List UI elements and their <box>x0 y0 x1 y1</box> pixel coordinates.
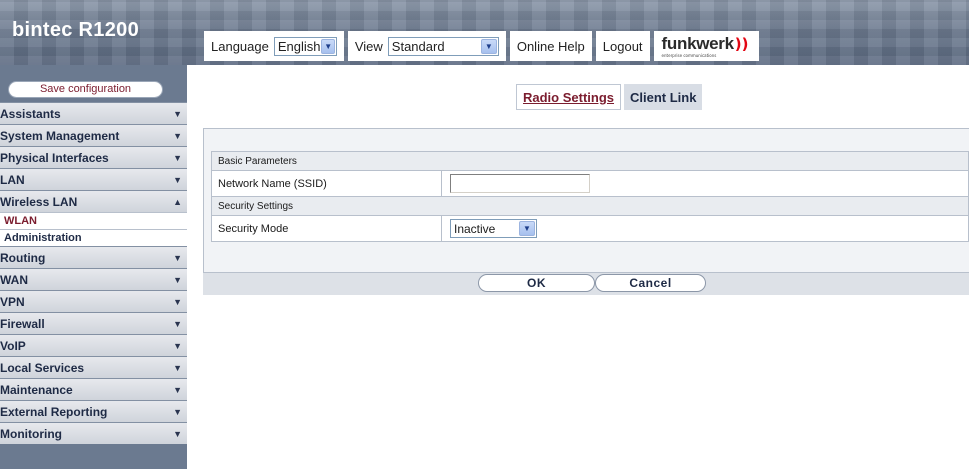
section-header-row: Basic Parameters <box>211 151 969 171</box>
sidebar-item-monitoring[interactable]: Monitoring ▼ <box>0 422 187 444</box>
signal-waves-icon: )) <box>734 34 749 53</box>
sidebar-item-physical-interfaces[interactable]: Physical Interfaces ▼ <box>0 146 187 168</box>
sidebar-nav: Assistants ▼ System Management ▼ Physica… <box>0 102 187 444</box>
chevron-down-icon[interactable]: ▼ <box>519 221 535 236</box>
tab-bar: Radio Settings Client Link <box>516 84 703 110</box>
chevron-down-icon[interactable]: ▼ <box>321 38 335 54</box>
cancel-button[interactable]: Cancel <box>595 274 706 292</box>
chevron-down-icon: ▼ <box>173 296 182 307</box>
language-group: Language English ▼ <box>204 31 344 61</box>
sidebar-item-local-services[interactable]: Local Services ▼ <box>0 356 187 378</box>
language-select[interactable]: English ▼ <box>273 36 337 56</box>
sidebar-subitem-wlan[interactable]: WLAN <box>0 212 187 229</box>
view-select[interactable]: Standard ▼ <box>387 36 499 56</box>
language-value: English <box>277 38 321 54</box>
sidebar-item-label: Physical Interfaces <box>0 150 109 165</box>
chevron-down-icon: ▼ <box>173 318 182 329</box>
security-mode-select[interactable]: Inactive ▼ <box>450 219 537 238</box>
table-row: Security Mode Inactive ▼ <box>211 215 969 242</box>
chevron-down-icon: ▼ <box>173 428 182 439</box>
table-row: Network Name (SSID) <box>211 170 969 197</box>
ssid-input[interactable] <box>450 174 590 193</box>
view-group: View Standard ▼ <box>347 31 506 61</box>
sidebar-item-firewall[interactable]: Firewall ▼ <box>0 312 187 334</box>
sidebar-item-label: WAN <box>0 272 28 287</box>
sidebar: Save configuration Assistants ▼ System M… <box>0 65 187 469</box>
security-mode-value: Inactive <box>454 221 496 236</box>
language-label: Language <box>211 38 269 54</box>
tab-client-link[interactable]: Client Link <box>624 84 703 110</box>
top-toolbar: Language English ▼ View Standard ▼ Onlin… <box>204 31 759 61</box>
sidebar-item-label: Monitoring <box>0 426 62 441</box>
tab-radio-settings[interactable]: Radio Settings <box>516 84 622 110</box>
chevron-down-icon: ▼ <box>173 406 182 417</box>
sidebar-item-label: System Management <box>0 128 120 143</box>
chevron-down-icon: ▼ <box>173 174 182 185</box>
ssid-cell <box>441 170 969 197</box>
sidebar-item-label: External Reporting <box>0 404 108 419</box>
sidebar-item-label: Assistants <box>0 106 61 121</box>
chevron-down-icon: ▼ <box>173 340 182 351</box>
security-mode-cell: Inactive ▼ <box>441 215 969 242</box>
section-security-settings: Security Settings <box>211 196 969 216</box>
settings-form: Basic Parameters Network Name (SSID) Sec… <box>211 151 969 242</box>
sidebar-item-voip[interactable]: VoIP ▼ <box>0 334 187 356</box>
sidebar-item-external-reporting[interactable]: External Reporting ▼ <box>0 400 187 422</box>
chevron-down-icon: ▼ <box>173 252 182 263</box>
sidebar-item-label: VoIP <box>0 338 26 353</box>
product-title: bintec R1200 <box>12 19 139 41</box>
logout-link[interactable]: Logout <box>595 31 650 61</box>
sidebar-item-label: LAN <box>0 172 25 187</box>
chevron-down-icon: ▼ <box>173 152 182 163</box>
sidebar-item-wan[interactable]: WAN ▼ <box>0 268 187 290</box>
sidebar-item-routing[interactable]: Routing ▼ <box>0 246 187 268</box>
chevron-down-icon: ▼ <box>173 108 182 119</box>
chevron-up-icon: ▲ <box>173 196 182 207</box>
save-configuration-button[interactable]: Save configuration <box>8 81 163 98</box>
logo-subtext: enterprise communications <box>661 52 717 58</box>
logo-wordmark: funkwerk <box>661 34 735 53</box>
sidebar-item-vpn[interactable]: VPN ▼ <box>0 290 187 312</box>
header-bar: bintec R1200 Language English ▼ View Sta… <box>0 0 969 65</box>
sidebar-item-maintenance[interactable]: Maintenance ▼ <box>0 378 187 400</box>
sidebar-item-wireless-lan[interactable]: Wireless LAN ▲ <box>0 190 187 212</box>
view-value: Standard <box>391 38 445 54</box>
ok-button[interactable]: OK <box>478 274 595 292</box>
sidebar-item-lan[interactable]: LAN ▼ <box>0 168 187 190</box>
sidebar-item-label: Local Services <box>0 360 85 375</box>
view-label: View <box>354 38 383 54</box>
sidebar-item-label: Firewall <box>0 316 45 331</box>
sidebar-item-label: VPN <box>0 294 25 309</box>
sidebar-item-label: Wireless LAN <box>0 194 78 209</box>
chevron-down-icon[interactable]: ▼ <box>480 38 497 54</box>
chevron-down-icon: ▼ <box>173 384 182 395</box>
online-help-link[interactable]: Online Help <box>509 31 592 61</box>
section-basic-parameters: Basic Parameters <box>211 151 969 171</box>
security-mode-label: Security Mode <box>211 215 442 242</box>
sidebar-item-label: Maintenance <box>0 382 73 397</box>
chevron-down-icon: ▼ <box>173 362 182 373</box>
chevron-down-icon: ▼ <box>173 274 182 285</box>
sidebar-item-system-management[interactable]: System Management ▼ <box>0 124 187 146</box>
sidebar-subitem-administration[interactable]: Administration <box>0 229 187 246</box>
section-header-row: Security Settings <box>211 196 969 216</box>
ssid-label: Network Name (SSID) <box>211 170 442 197</box>
sidebar-item-assistants[interactable]: Assistants ▼ <box>0 102 187 124</box>
chevron-down-icon: ▼ <box>173 130 182 141</box>
funkwerk-logo: funkwerk )) enterprise communications <box>653 31 759 61</box>
sidebar-item-label: Routing <box>0 250 46 265</box>
